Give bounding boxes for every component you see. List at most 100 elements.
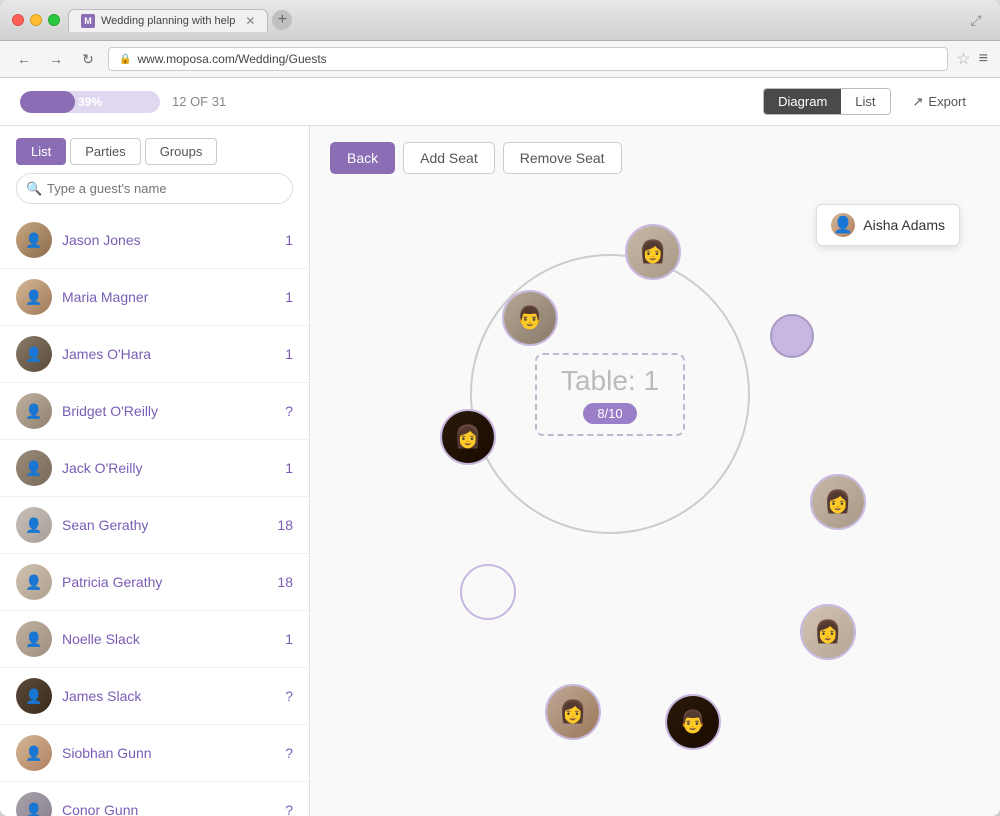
guest-name: Noelle Slack bbox=[62, 631, 285, 647]
guest-count: ? bbox=[285, 403, 293, 419]
back-nav-button[interactable]: ← bbox=[12, 47, 36, 71]
seat-right-middle[interactable]: 👩 bbox=[810, 474, 866, 530]
tab-close-icon[interactable]: ✕ bbox=[245, 14, 255, 28]
sidebar-tabs: List Parties Groups bbox=[0, 126, 309, 173]
guest-name: Sean Gerathy bbox=[62, 517, 277, 533]
minimize-button[interactable] bbox=[30, 14, 42, 26]
remove-seat-button[interactable]: Remove Seat bbox=[503, 142, 622, 174]
guest-name: James O'Hara bbox=[62, 346, 285, 362]
tooltip-avatar: 👤 bbox=[831, 213, 855, 237]
table-name: Table: 1 bbox=[561, 365, 659, 397]
browser-titlebar: M Wedding planning with help ✕ + ⤢ bbox=[0, 0, 1000, 41]
menu-icon[interactable]: ≡ bbox=[979, 50, 988, 68]
browser-window: M Wedding planning with help ✕ + ⤢ ← → ↻… bbox=[0, 0, 1000, 816]
address-bar[interactable]: 🔒 www.moposa.com/Wedding/Guests bbox=[108, 47, 948, 71]
seat-left[interactable]: 👩 bbox=[440, 409, 496, 465]
avatar: 👤 bbox=[16, 222, 52, 258]
list-item[interactable]: 👤 Patricia Gerathy 18 bbox=[0, 554, 309, 611]
tab-bar: M Wedding planning with help ✕ + bbox=[68, 9, 956, 32]
url-text: www.moposa.com/Wedding/Guests bbox=[137, 52, 326, 66]
list-item[interactable]: 👤 James O'Hara 1 bbox=[0, 326, 309, 383]
list-item[interactable]: 👤 Bridget O'Reilly ? bbox=[0, 383, 309, 440]
export-label: Export bbox=[928, 94, 966, 109]
tab-parties[interactable]: Parties bbox=[70, 138, 140, 165]
seat-bottom-2[interactable]: 👨 bbox=[665, 694, 721, 750]
sidebar-search[interactable]: 🔍 bbox=[16, 173, 293, 204]
guest-count: 18 bbox=[277, 517, 293, 533]
tab-title: Wedding planning with help bbox=[101, 15, 235, 27]
guest-count: 1 bbox=[285, 232, 293, 248]
table-count: 8/10 bbox=[583, 403, 636, 424]
seat-right-bottom[interactable]: 👩 bbox=[800, 604, 856, 660]
list-item[interactable]: 👤 Maria Magner 1 bbox=[0, 269, 309, 326]
guest-name: Patricia Gerathy bbox=[62, 574, 277, 590]
guest-count: 1 bbox=[285, 346, 293, 362]
sidebar: List Parties Groups 🔍 👤 Jason Jones 1 bbox=[0, 126, 310, 816]
list-item[interactable]: 👤 Noelle Slack 1 bbox=[0, 611, 309, 668]
list-item[interactable]: 👤 Conor Gunn ? bbox=[0, 782, 309, 816]
seat-bottom-1[interactable]: 👩 bbox=[545, 684, 601, 740]
app-topbar: 39% 12 OF 31 Diagram List ↗ Export bbox=[0, 78, 1000, 126]
list-item[interactable]: 👤 James Slack ? bbox=[0, 668, 309, 725]
table-label-box: Table: 1 8/10 bbox=[535, 353, 685, 436]
guest-count: ? bbox=[285, 688, 293, 704]
guest-name: Maria Magner bbox=[62, 289, 285, 305]
tab-favicon: M bbox=[81, 14, 95, 28]
guest-name: Conor Gunn bbox=[62, 802, 285, 816]
avatar: 👤 bbox=[16, 507, 52, 543]
progress-bar-container: 39% bbox=[20, 91, 160, 113]
list-item[interactable]: 👤 Siobhan Gunn ? bbox=[0, 725, 309, 782]
forward-nav-button[interactable]: → bbox=[44, 47, 68, 71]
avatar: 👤 bbox=[16, 564, 52, 600]
back-button[interactable]: Back bbox=[330, 142, 395, 174]
person-tooltip: 👤 Aisha Adams bbox=[816, 204, 960, 246]
avatar: 👤 bbox=[16, 792, 52, 816]
guest-list: 👤 Jason Jones 1 👤 Maria Magner 1 👤 James… bbox=[0, 212, 309, 816]
export-button[interactable]: ↗ Export bbox=[899, 89, 980, 115]
guest-count: 18 bbox=[277, 574, 293, 590]
search-icon: 🔍 bbox=[26, 181, 42, 197]
avatar: 👤 bbox=[16, 621, 52, 657]
app-content: 39% 12 OF 31 Diagram List ↗ Export Li bbox=[0, 78, 1000, 816]
guest-count: 1 bbox=[285, 460, 293, 476]
avatar: 👤 bbox=[16, 279, 52, 315]
bookmark-icon[interactable]: ☆ bbox=[956, 49, 970, 69]
guest-name: James Slack bbox=[62, 688, 285, 704]
app-main: List Parties Groups 🔍 👤 Jason Jones 1 bbox=[0, 126, 1000, 816]
guest-name: Bridget O'Reilly bbox=[62, 403, 285, 419]
window-resize-icon[interactable]: ⤢ bbox=[964, 8, 988, 32]
diagram-view-button[interactable]: Diagram bbox=[764, 89, 841, 114]
tab-list[interactable]: List bbox=[16, 138, 66, 165]
seat-bottom-left[interactable] bbox=[460, 564, 516, 620]
search-input[interactable] bbox=[16, 173, 293, 204]
seat-top-right[interactable]: 👩 bbox=[625, 224, 681, 280]
new-tab-button[interactable]: + bbox=[272, 10, 292, 30]
browser-tab[interactable]: M Wedding planning with help ✕ bbox=[68, 9, 268, 32]
seat-right-top-empty[interactable] bbox=[770, 314, 814, 358]
list-item[interactable]: 👤 Jason Jones 1 bbox=[0, 212, 309, 269]
tab-groups[interactable]: Groups bbox=[145, 138, 218, 165]
lock-icon: 🔒 bbox=[119, 54, 131, 65]
close-button[interactable] bbox=[12, 14, 24, 26]
maximize-button[interactable] bbox=[48, 14, 60, 26]
list-item[interactable]: 👤 Jack O'Reilly 1 bbox=[0, 440, 309, 497]
avatar: 👤 bbox=[16, 450, 52, 486]
avatar: 👤 bbox=[16, 735, 52, 771]
guest-count: 1 bbox=[285, 289, 293, 305]
add-seat-button[interactable]: Add Seat bbox=[403, 142, 495, 174]
export-icon: ↗ bbox=[913, 94, 924, 110]
avatar: 👤 bbox=[16, 336, 52, 372]
list-item[interactable]: 👤 Sean Gerathy 18 bbox=[0, 497, 309, 554]
browser-nav: ← → ↻ 🔒 www.moposa.com/Wedding/Guests ☆ … bbox=[0, 41, 1000, 78]
refresh-nav-button[interactable]: ↻ bbox=[76, 47, 100, 71]
progress-section: 39% 12 OF 31 bbox=[20, 91, 226, 113]
guest-name: Jason Jones bbox=[62, 232, 285, 248]
progress-bar-fill bbox=[20, 91, 75, 113]
view-controls: Diagram List ↗ Export bbox=[763, 88, 980, 115]
diagram-area: Back Add Seat Remove Seat 👤 Aisha Adams … bbox=[310, 126, 1000, 816]
seat-top-left[interactable]: 👨 bbox=[502, 290, 558, 346]
guest-count: ? bbox=[285, 745, 293, 761]
diagram-toolbar: Back Add Seat Remove Seat bbox=[330, 142, 980, 174]
avatar: 👤 bbox=[16, 678, 52, 714]
list-view-button[interactable]: List bbox=[841, 89, 889, 114]
